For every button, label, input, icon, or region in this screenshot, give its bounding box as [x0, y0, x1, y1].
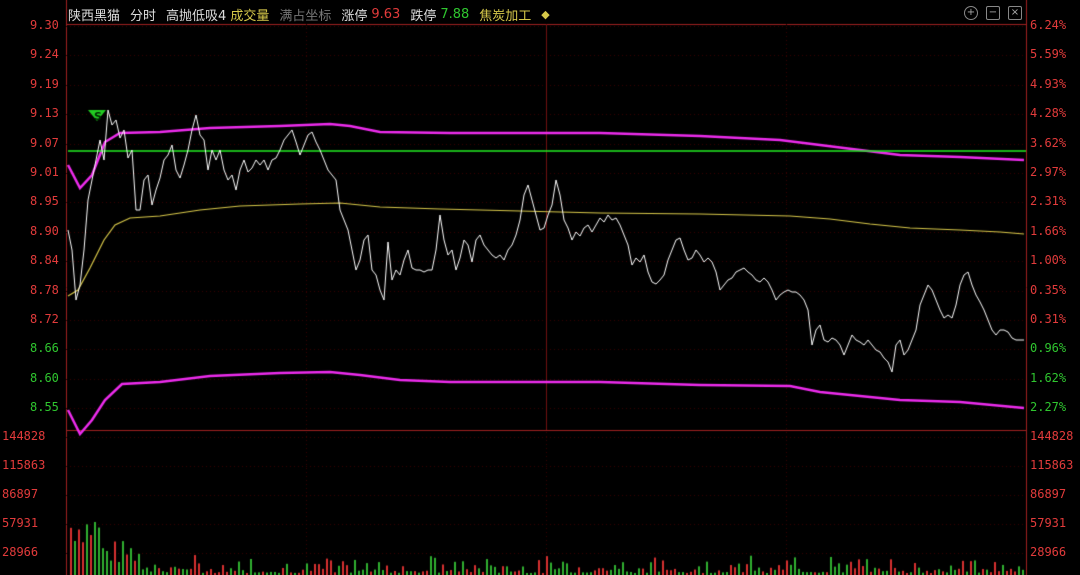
fullscreen-coord-label[interactable]: 满占坐标 [279, 5, 331, 24]
price-tick-left: 8.60 [30, 370, 59, 385]
volume-tick-right: 144828 [1030, 429, 1074, 443]
price-tick-left: 9.24 [30, 47, 59, 62]
close-icon[interactable]: × [1008, 6, 1022, 20]
price-tick-left: 8.78 [30, 282, 59, 297]
price-tick-left: 8.95 [30, 194, 59, 209]
sector-label[interactable]: 焦炭加工 [479, 5, 531, 24]
limit-up-value: 9.63 [371, 6, 401, 22]
plus-circle-icon[interactable]: + [964, 6, 978, 20]
limit-down-value: 7.88 [440, 6, 470, 22]
pct-tick-right: 0.35% [1030, 282, 1067, 297]
volume-label[interactable]: 成交量 [230, 5, 269, 24]
volume-tick-right: 86897 [1030, 487, 1067, 501]
price-tick-left: 9.01 [30, 165, 59, 179]
limit-down-label: 跌停 [410, 8, 437, 24]
diamond-toggle-icon[interactable]: ◆ [541, 8, 549, 21]
volume-tick-left: 28966 [2, 545, 39, 559]
price-tick-left: 8.90 [30, 223, 59, 238]
pct-tick-right: 2.27% [1030, 400, 1067, 415]
indicator-name[interactable]: 高抛低吸4 [166, 5, 226, 24]
volume-tick-right: 28966 [1030, 545, 1067, 559]
minimize-icon[interactable]: − [986, 6, 1000, 20]
pct-tick-right: 2.97% [1030, 165, 1067, 179]
pct-tick-right: 2.31% [1030, 194, 1067, 209]
pct-tick-right: 0.96% [1030, 341, 1067, 356]
limit-up-label: 涨停 [341, 8, 368, 24]
pct-tick-right: 6.24% [1030, 18, 1067, 32]
price-tick-left: 8.84 [30, 253, 59, 268]
pct-tick-right: 1.66% [1030, 223, 1067, 238]
volume-tick-left: 57931 [2, 516, 39, 530]
pct-tick-right: 1.00% [1030, 253, 1067, 268]
intraday-chart[interactable] [0, 0, 1080, 575]
volume-tick-left: 144828 [2, 429, 46, 443]
pct-tick-right: 3.62% [1030, 135, 1067, 150]
pct-tick-right: 4.93% [1030, 76, 1067, 91]
volume-tick-left: 115863 [2, 458, 46, 472]
price-tick-left: 9.13 [30, 106, 59, 121]
volume-tick-left: 86897 [2, 487, 39, 501]
volume-tick-right: 57931 [1030, 516, 1067, 530]
price-tick-left: 9.07 [30, 135, 59, 150]
chart-header: 陕西黑猫 分时 高抛低吸4 成交量 满占坐标 涨停 9.63 跌停 7.88 焦… [68, 4, 560, 24]
volume-tick-right: 115863 [1030, 458, 1074, 472]
price-tick-left: 8.72 [30, 312, 59, 326]
pct-tick-right: 4.28% [1030, 106, 1067, 121]
pct-tick-right: 1.62% [1030, 370, 1067, 385]
mode-label[interactable]: 分时 [130, 5, 156, 24]
window-controls: + − × [964, 6, 1022, 20]
pct-tick-right: 5.59% [1030, 47, 1067, 62]
price-tick-left: 9.19 [30, 76, 59, 91]
stock-name[interactable]: 陕西黑猫 [68, 5, 120, 24]
price-tick-left: 9.30 [30, 18, 59, 32]
price-tick-left: 8.66 [30, 341, 59, 356]
price-tick-left: 8.55 [30, 400, 59, 415]
pct-tick-right: 0.31% [1030, 312, 1067, 326]
